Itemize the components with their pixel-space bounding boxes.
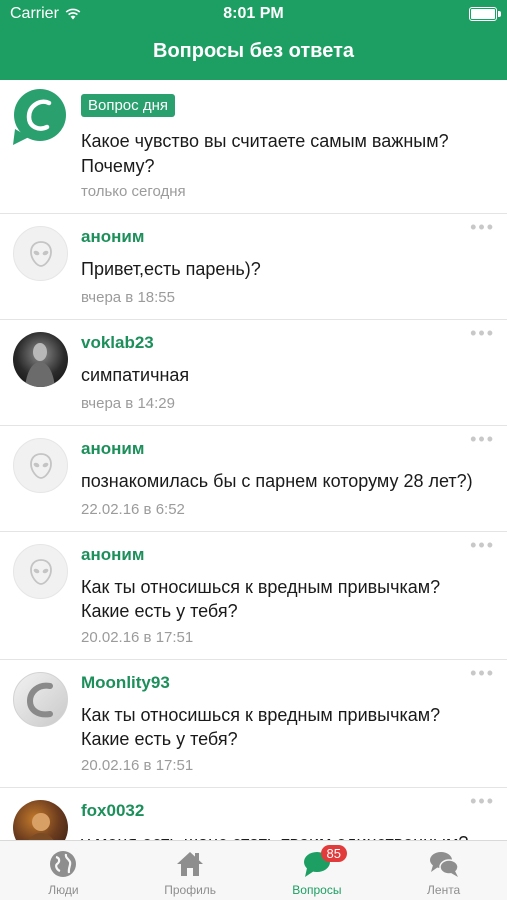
alien-icon [29,240,52,267]
question-item[interactable]: voklab23 симпатичная вчера в 14:29 ••• [0,320,507,426]
tab-label: Профиль [164,883,217,897]
question-author[interactable]: аноним [81,227,144,247]
question-list: Вопрос дня Какое чувство вы считаете сам… [0,80,507,840]
question-text: у меня есть шанс стать твоим единственны… [81,831,495,840]
user-photo-icon [25,343,55,387]
avatar [13,672,68,727]
question-text: симпатичная [81,365,190,385]
question-text-line2: Какие есть у тебя? [81,729,238,749]
question-text: Как ты относишься к вредным привычкам? [81,577,441,597]
status-time: 8:01 PM [223,5,284,22]
question-of-day-badge: Вопрос дня [81,94,175,117]
more-options-icon[interactable]: ••• [470,218,495,236]
question-author[interactable]: voklab23 [81,333,154,353]
question-timestamp: 20.02.16 в 17:51 [81,629,194,646]
more-options-icon[interactable]: ••• [470,664,495,682]
alien-icon [29,558,52,585]
question-item[interactable]: Moonlity93 Как ты относишься к вредным п… [0,660,507,788]
question-timestamp: вчера в 18:55 [81,289,175,306]
avatar [13,332,68,387]
page-title: Вопросы без ответа [153,40,354,62]
more-options-icon[interactable]: ••• [470,430,495,448]
question-author[interactable]: аноним [81,545,144,565]
question-item[interactable]: fox0032 у меня есть шанс стать твоим еди… [0,788,507,840]
app-header: Carrier 8:01 PM Вопросы без ответа [0,0,507,80]
avatar [13,438,68,493]
avatar [13,800,68,840]
notification-badge: 85 [320,845,347,862]
question-of-day-item[interactable]: Вопрос дня Какое чувство вы считаете сам… [0,80,507,214]
question-text: познакомилась бы с парнем которуму 28 ле… [81,471,473,491]
tab-profile[interactable]: Профиль [127,841,254,900]
tab-label: Лента [427,883,461,897]
tab-feed[interactable]: Лента [380,841,507,900]
moon-logo-icon [26,682,53,717]
chat-bubbles-icon [429,852,459,877]
app-logo-icon [13,89,66,145]
question-text: Как ты относишься к вредным привычкам? [81,705,441,725]
more-options-icon[interactable]: ••• [470,536,495,554]
question-text-line2: Какие есть у тебя? [81,601,238,621]
question-author[interactable]: Moonlity93 [81,673,170,693]
question-author[interactable]: аноним [81,439,144,459]
battery-icon [469,7,501,21]
globe-icon [50,851,77,877]
question-timestamp: только сегодня [81,183,186,200]
question-item[interactable]: аноним познакомилась бы с парнем которум… [0,426,507,532]
question-item[interactable]: аноним Привет,есть парень)? вчера в 18:5… [0,214,507,320]
question-timestamp: 22.02.16 в 6:52 [81,501,185,518]
avatar [13,544,68,599]
status-bar: Carrier 8:01 PM [0,0,507,28]
home-icon [177,852,204,876]
question-timestamp: 20.02.16 в 17:51 [81,757,194,774]
tab-label: Вопросы [292,883,342,897]
user-photo-icon [28,813,54,840]
question-text: Какое чувство вы считаете самым важным? [81,131,449,151]
tab-people[interactable]: Люди [0,841,127,900]
question-text-line2: Почему? [81,156,155,176]
tab-bar: Люди Профиль 85 Вопросы Лента [0,840,507,900]
question-text: Привет,есть парень)? [81,259,261,279]
tab-label: Люди [48,883,79,897]
more-options-icon[interactable]: ••• [470,792,495,810]
alien-icon [29,452,52,479]
more-options-icon[interactable]: ••• [470,324,495,342]
question-author[interactable]: fox0032 [81,801,144,821]
tab-questions[interactable]: 85 Вопросы [254,841,381,900]
question-item[interactable]: аноним Как ты относишься к вредным привы… [0,532,507,660]
question-timestamp: вчера в 14:29 [81,395,175,412]
avatar [13,226,68,281]
